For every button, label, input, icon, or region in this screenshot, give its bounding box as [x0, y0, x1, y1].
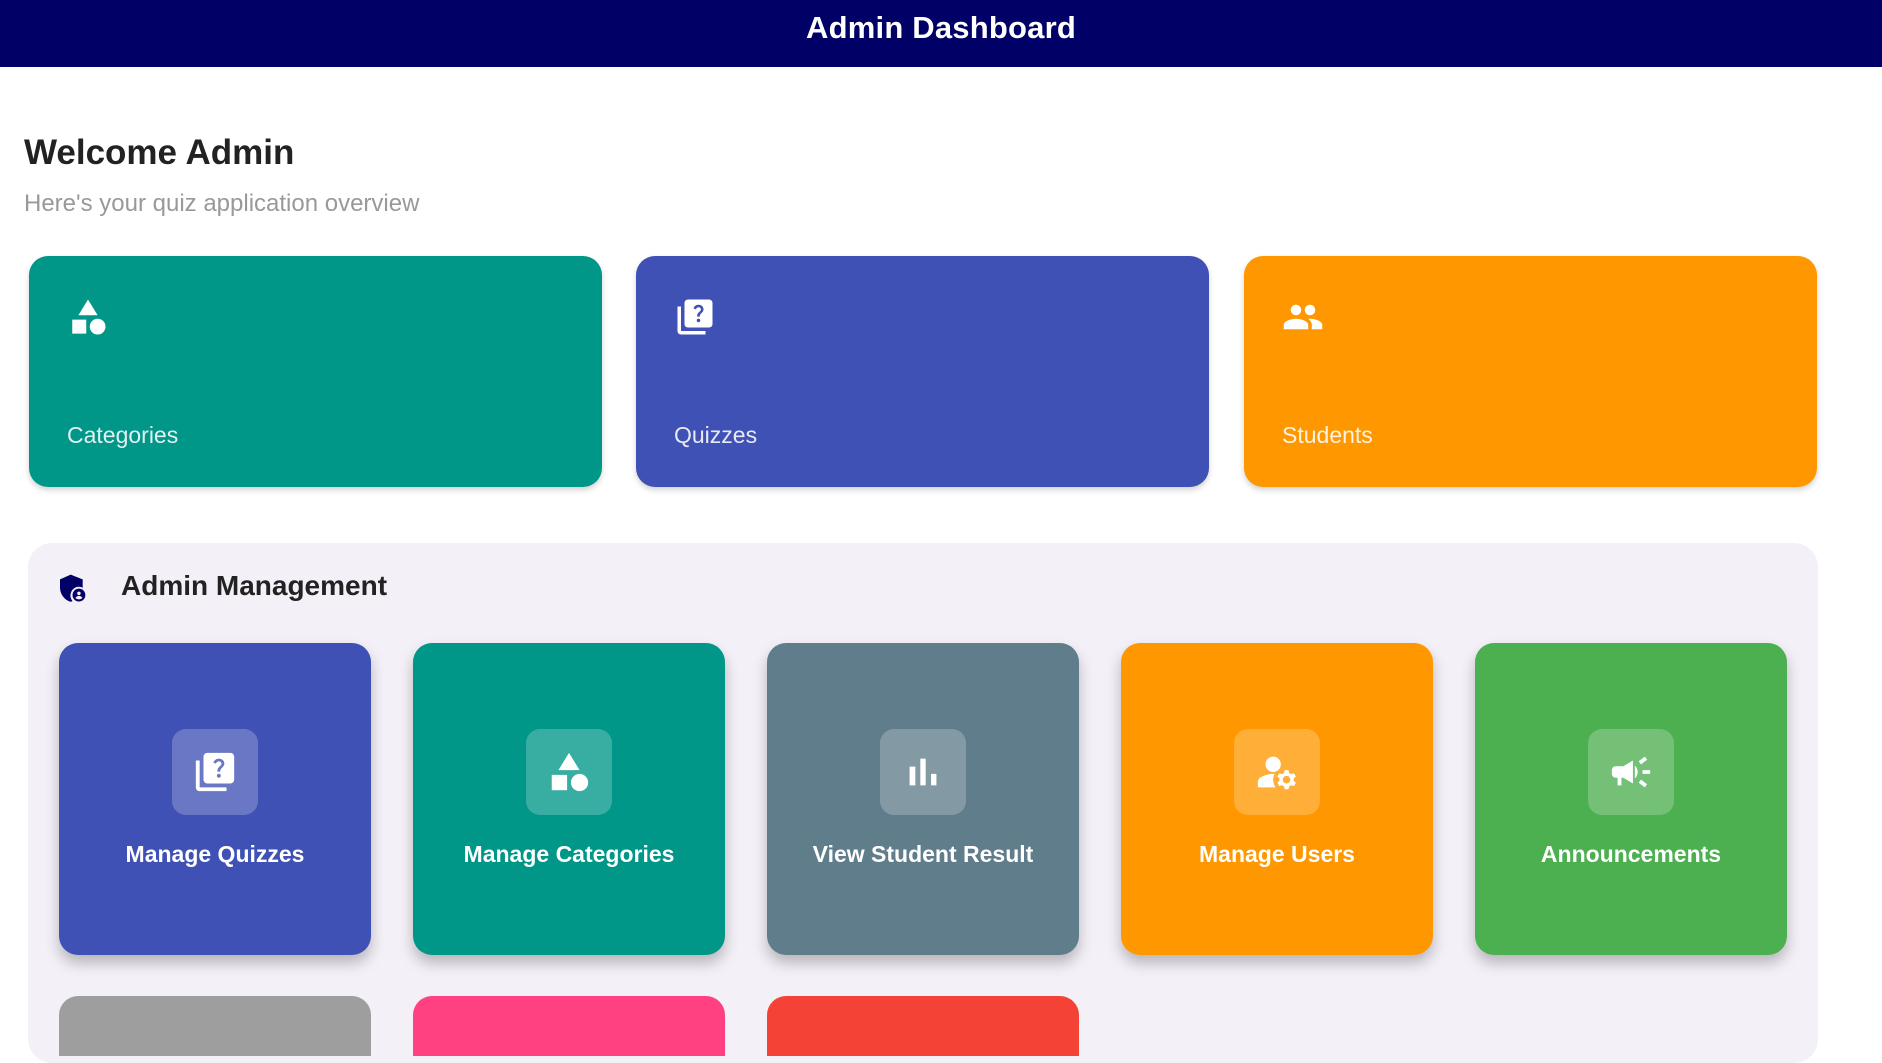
welcome-subtitle: Here's your quiz application overview	[24, 190, 420, 217]
quiz-icon	[677, 299, 713, 335]
announcements-tile[interactable]: Announcements	[1475, 643, 1787, 955]
next-row-tile-1[interactable]	[59, 996, 371, 1056]
admin-shield-icon	[60, 574, 86, 602]
tile-icon-container	[1234, 729, 1320, 815]
tile-icon-container	[1588, 729, 1674, 815]
campaign-icon	[1611, 756, 1651, 788]
stat-card-students: 4 Students	[1244, 256, 1817, 661]
app-bar: Admin Dashboard	[0, 0, 1882, 67]
tile-icon-container	[880, 729, 966, 815]
stat-label: Categories	[67, 422, 179, 448]
manage-quizzes-tile[interactable]: Manage Quizzes	[59, 643, 371, 955]
bar-chart-icon	[909, 758, 937, 786]
admin-management-title: Admin Management	[121, 570, 388, 601]
tile-icon-container	[172, 729, 258, 815]
stat-label: Quizzes	[674, 422, 758, 448]
stat-label: Students	[1282, 422, 1373, 448]
welcome-title: Welcome Admin	[24, 133, 295, 172]
tile-icon-container	[526, 729, 612, 815]
tile-label: View Student Result	[812, 841, 1034, 867]
tile-label: Manage Users	[1199, 841, 1355, 867]
manage-categories-tile[interactable]: Manage Categories	[413, 643, 725, 955]
category-icon	[551, 752, 589, 792]
manage-users-tile[interactable]: Manage Users	[1121, 643, 1433, 955]
manage-accounts-icon	[1257, 756, 1296, 790]
stat-card-quizzes: 7 Quizzes	[636, 256, 1209, 661]
quiz-icon	[195, 752, 235, 792]
tile-label: Announcements	[1540, 841, 1722, 867]
app-bar-title: Admin Dashboard	[806, 9, 1076, 45]
people-icon	[1283, 304, 1323, 330]
category-icon	[72, 299, 106, 335]
tile-label: Manage Categories	[463, 841, 675, 867]
next-row-tile-3[interactable]	[767, 996, 1079, 1056]
next-row-tile-2[interactable]	[413, 996, 725, 1056]
tile-label: Manage Quizzes	[125, 841, 305, 867]
view-student-result-tile[interactable]: View Student Result	[767, 643, 1079, 955]
stat-card-categories: 4 Categories	[29, 256, 602, 661]
